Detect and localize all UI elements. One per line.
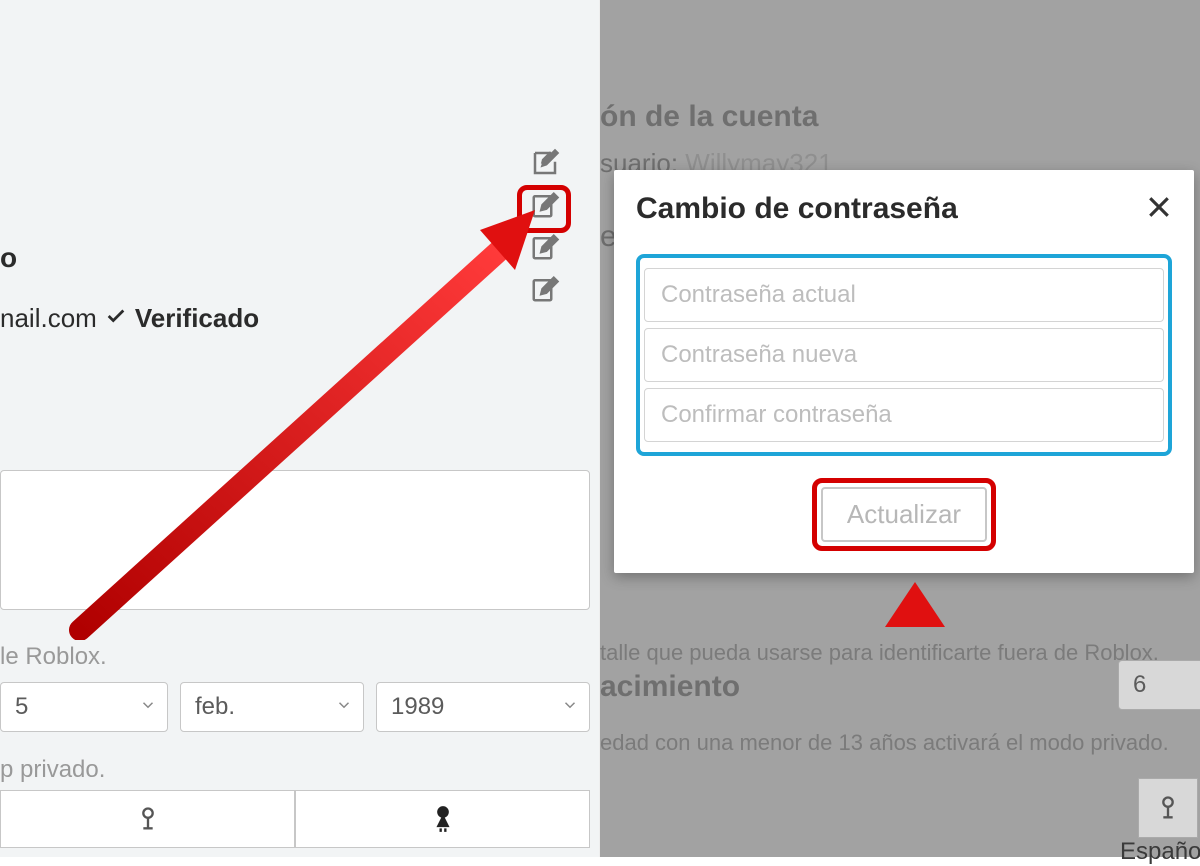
- female-icon: [429, 805, 457, 833]
- male-icon: [134, 805, 162, 833]
- check-icon: [105, 303, 127, 334]
- gender-male-button[interactable]: [1138, 778, 1198, 838]
- placeholder: Contraseña nueva: [661, 341, 857, 369]
- dob-year-select[interactable]: 1989: [376, 682, 590, 732]
- modal-title: Cambio de contraseña: [636, 192, 1172, 226]
- email-status: nail.com Verificado: [0, 303, 259, 334]
- male-icon: [1154, 794, 1182, 822]
- edit-icon[interactable]: [530, 148, 560, 178]
- dob-day-select[interactable]: 5: [0, 682, 168, 732]
- hint-text: edad con una menor de 13 años activará e…: [600, 730, 1200, 756]
- dob-month-value: feb.: [195, 693, 235, 721]
- gender-female-button[interactable]: [295, 790, 590, 848]
- verified-label: Verificado: [135, 303, 259, 334]
- dob-year-value: 1989: [391, 693, 444, 721]
- confirm-password-input[interactable]: Confirmar contraseña: [644, 388, 1164, 442]
- close-icon[interactable]: [1144, 192, 1174, 222]
- chevron-down-icon: [335, 693, 353, 721]
- annotation-highlight-inputs: Contraseña actual Contraseña nueva Confi…: [636, 254, 1172, 456]
- dob-day-value: 6: [1133, 671, 1146, 699]
- edit-icon[interactable]: [530, 274, 560, 304]
- settings-panel-left: o nail.com Verificado le Roblox. 5 feb. …: [0, 0, 600, 857]
- current-password-input[interactable]: Contraseña actual: [644, 268, 1164, 322]
- birthdate-label-fragment: acimiento: [600, 670, 740, 704]
- placeholder: Confirmar contraseña: [661, 401, 892, 429]
- dob-month-select[interactable]: feb.: [180, 682, 364, 732]
- settings-panel-right: ón de la cuenta suario: Willymay321 e ta…: [600, 0, 1200, 857]
- hint-text: p privado.: [0, 756, 105, 784]
- hint-text: le Roblox.: [0, 643, 107, 671]
- gender-row: [0, 790, 590, 848]
- email-fragment: nail.com: [0, 303, 97, 334]
- edit-icon[interactable]: [530, 232, 560, 262]
- annotation-highlight-edit: [517, 185, 571, 233]
- placeholder: Contraseña actual: [661, 281, 856, 309]
- language-value: Español: [1120, 838, 1200, 858]
- chevron-down-icon: [561, 693, 579, 721]
- chevron-down-icon: [139, 693, 157, 721]
- description-textarea[interactable]: [0, 470, 590, 610]
- dob-day-value: 5: [15, 693, 28, 721]
- annotation-highlight-update: Actualizar: [812, 478, 996, 551]
- dob-row: 5 feb. 1989: [0, 682, 590, 732]
- label-fragment: o: [0, 242, 17, 274]
- account-title-fragment: ón de la cuenta: [600, 100, 920, 134]
- dob-day-select[interactable]: 6: [1118, 660, 1200, 710]
- update-button[interactable]: Actualizar: [821, 487, 987, 542]
- new-password-input[interactable]: Contraseña nueva: [644, 328, 1164, 382]
- hint-text: talle que pueda usarse para identificart…: [600, 640, 1200, 666]
- gender-male-button[interactable]: [0, 790, 295, 848]
- change-password-modal: Cambio de contraseña Contraseña actual C…: [614, 170, 1194, 573]
